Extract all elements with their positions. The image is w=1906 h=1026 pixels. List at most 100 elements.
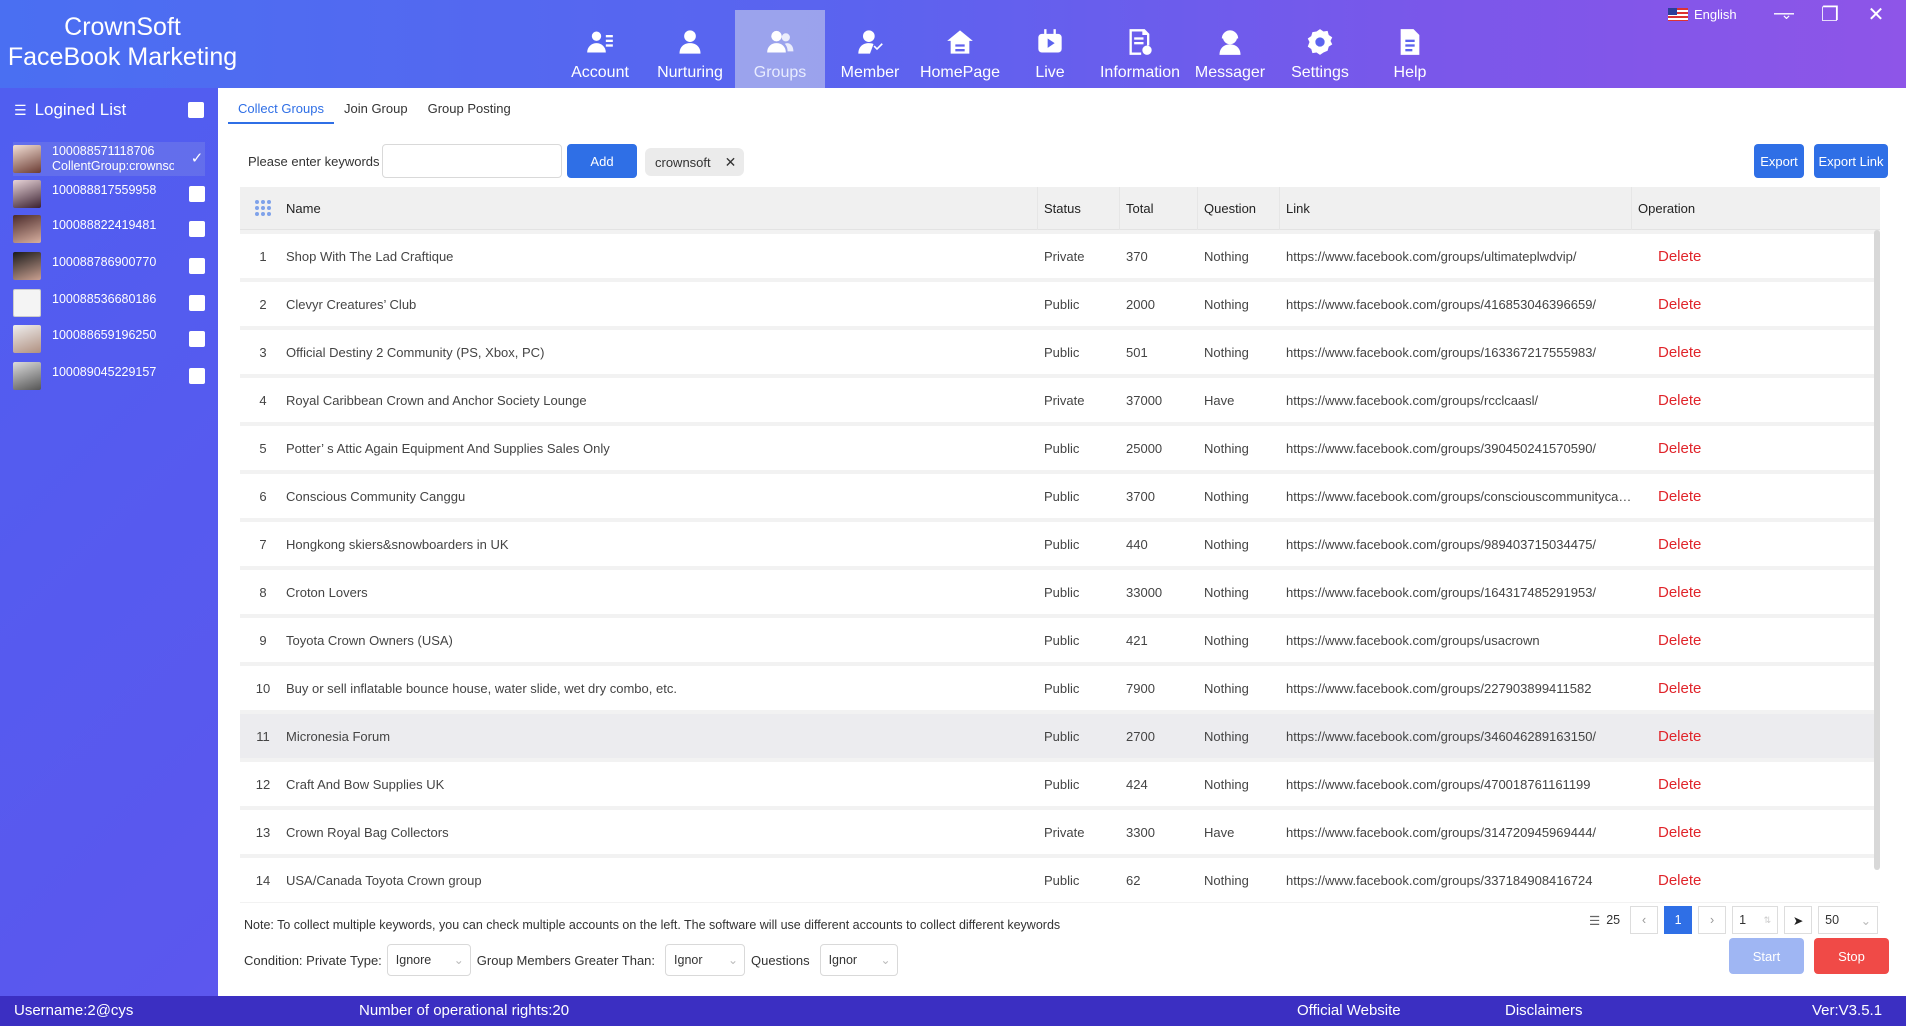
nav-member[interactable]: Member <box>825 10 915 88</box>
condition-bar: Condition: Private Type: Ignore ⌄ Group … <box>244 944 898 976</box>
account-checkbox[interactable] <box>189 258 205 274</box>
official-website-link[interactable]: Official Website <box>1297 1002 1401 1019</box>
account-id: 100088786900770 <box>52 254 157 269</box>
avatar <box>13 325 41 353</box>
select-all-checkbox[interactable] <box>188 102 204 118</box>
group-name: Potter’ s Attic Again Equipment And Supp… <box>286 440 610 456</box>
delete-button[interactable]: Delete <box>1638 680 1701 697</box>
row-index: 12 <box>255 776 271 792</box>
table-row[interactable]: 3 Official Destiny 2 Community (PS, Xbox,… <box>240 330 1880 374</box>
group-question: Nothing <box>1204 488 1249 504</box>
table-row[interactable]: 11 Micronesia Forum Public 2700 Nothing https… <box>240 714 1880 758</box>
delete-button[interactable]: Delete <box>1638 296 1701 313</box>
nav-account[interactable]: Account <box>555 10 645 88</box>
list-icon: ☰ <box>14 101 27 118</box>
remove-keyword-icon[interactable]: ✕ <box>725 154 737 171</box>
goto-page-input[interactable]: 1 ⇅ <box>1732 906 1779 934</box>
disclaimers-link[interactable]: Disclaimers <box>1505 1002 1583 1019</box>
close-icon[interactable]: ✕ <box>1864 2 1888 27</box>
account-item[interactable]: 100088786900770 <box>13 251 205 281</box>
stop-button[interactable]: Stop <box>1814 938 1889 974</box>
account-item[interactable]: 100088817559958 <box>13 179 205 209</box>
table-row[interactable]: 2 Clevyr Creatures’ Club Public 2000 Nothing… <box>240 282 1880 326</box>
table-row[interactable]: 5 Potter’ s Attic Again Equipment And Sup… <box>240 426 1880 470</box>
account-checkbox[interactable] <box>189 186 205 202</box>
account-item[interactable]: 100088536680186 <box>13 288 205 318</box>
delete-button[interactable]: Delete <box>1638 488 1701 505</box>
tab-group-posting[interactable]: Group Posting <box>418 94 521 124</box>
delete-button[interactable]: Delete <box>1638 536 1701 553</box>
nav-homepage[interactable]: HomePage <box>915 10 1005 88</box>
go-page-button[interactable]: ➤ <box>1784 906 1813 934</box>
account-checkbox[interactable] <box>189 368 205 384</box>
restore-icon[interactable]: ❐ <box>1818 2 1842 27</box>
group-link: https://www.facebook.com/groups/98940371… <box>1286 536 1597 552</box>
account-item[interactable]: 100088822419481 <box>13 214 205 244</box>
account-item[interactable]: 100088571118706 CollentGroup:crownsoft ✓ <box>13 142 205 176</box>
delete-button[interactable]: Delete <box>1638 632 1701 649</box>
table-row[interactable]: 10 Buy or sell inflatable bounce house, w… <box>240 666 1880 710</box>
private-type-select[interactable]: Ignore ⌄ <box>386 944 471 976</box>
group-name: USA/Canada Toyota Crown group <box>286 872 482 888</box>
add-keyword-button[interactable]: Add <box>567 144 637 178</box>
operation-cell: Delete <box>1632 680 1712 697</box>
delete-button[interactable]: Delete <box>1638 824 1701 841</box>
delete-button[interactable]: Delete <box>1638 776 1701 793</box>
sub-tabs: Collect Groups Join Group Group Posting <box>228 94 521 124</box>
account-item[interactable]: 100088659196250 <box>13 324 205 354</box>
group-question: Nothing <box>1204 296 1249 312</box>
group-name: Royal Caribbean Crown and Anchor Society… <box>286 392 587 408</box>
table-row[interactable]: 8 Croton Lovers Public 33000 Nothing https://… <box>240 570 1880 614</box>
table-row[interactable]: 1 Shop With The Lad Craftique Private 370 No… <box>240 234 1880 278</box>
delete-button[interactable]: Delete <box>1638 872 1701 889</box>
delete-button[interactable]: Delete <box>1638 440 1701 457</box>
nav-help[interactable]: Help <box>1365 10 1455 88</box>
tab-join-group[interactable]: Join Group <box>334 94 418 124</box>
table-row[interactable]: 9 Toyota Crown Owners (USA) Public 421 Nothi… <box>240 618 1880 662</box>
export-button[interactable]: Export <box>1754 144 1804 178</box>
nav-account-label: Account <box>571 64 629 81</box>
account-checkbox[interactable]: ✓ <box>189 151 205 167</box>
row-index: 13 <box>255 824 271 840</box>
table-row[interactable]: 12 Craft And Bow Supplies UK Public 424 Noth… <box>240 762 1880 806</box>
delete-button[interactable]: Delete <box>1638 584 1701 601</box>
nav-groups[interactable]: Groups <box>735 10 825 88</box>
nav-messager[interactable]: Messager <box>1185 10 1275 88</box>
logined-list-header: ☰ Logined List <box>14 100 204 120</box>
account-checkbox[interactable] <box>189 295 205 311</box>
tab-collect-groups[interactable]: Collect Groups <box>228 94 334 124</box>
nav-nurturing[interactable]: Nurturing <box>645 10 735 88</box>
account-checkbox[interactable] <box>189 221 205 237</box>
table-row[interactable]: 6 Conscious Community Canggu Public 3700 Not… <box>240 474 1880 518</box>
export-link-button[interactable]: Export Link <box>1814 144 1888 178</box>
delete-button[interactable]: Delete <box>1638 392 1701 409</box>
table-scrollbar[interactable] <box>1874 230 1880 870</box>
table-row[interactable]: 4 Royal Caribbean Crown and Anchor Societ… <box>240 378 1880 422</box>
row-index: 14 <box>255 872 271 888</box>
next-page-button[interactable]: › <box>1698 906 1727 934</box>
delete-button[interactable]: Delete <box>1638 248 1701 265</box>
nav-live[interactable]: Live <box>1005 10 1095 88</box>
nav-settings[interactable]: Settings <box>1275 10 1365 88</box>
page-number-button[interactable]: 1 <box>1664 906 1693 934</box>
goto-page-value: 1 <box>1739 913 1747 927</box>
account-checkbox[interactable] <box>189 331 205 347</box>
table-row[interactable]: 13 Crown Royal Bag Collectors Private 3300 H… <box>240 810 1880 854</box>
delete-button[interactable]: Delete <box>1638 728 1701 745</box>
questions-select[interactable]: Ignor ⌄ <box>819 944 898 976</box>
keywords-input[interactable] <box>382 144 562 178</box>
avatar <box>13 362 41 390</box>
minimize-icon[interactable]: — <box>1772 2 1796 27</box>
nav-information[interactable]: Information <box>1095 10 1185 88</box>
table-row[interactable]: 14 USA/Canada Toyota Crown group Public 62 N… <box>240 858 1880 902</box>
delete-button[interactable]: Delete <box>1638 344 1701 361</box>
account-item[interactable]: 100089045229157 <box>13 361 205 391</box>
table-row[interactable]: 7 Hongkong skiers&snowboarders in UK Publi… <box>240 522 1880 566</box>
page-size-select[interactable]: 50 ⌄ <box>1818 906 1879 934</box>
members-greater-select[interactable]: Ignor ⌄ <box>665 944 746 976</box>
column-settings-icon[interactable] <box>240 187 286 230</box>
nav-messager-label: Messager <box>1194 64 1266 81</box>
start-button[interactable]: Start <box>1729 938 1804 974</box>
prev-page-button[interactable]: ‹ <box>1630 906 1659 934</box>
header-name: Name <box>286 187 1038 230</box>
